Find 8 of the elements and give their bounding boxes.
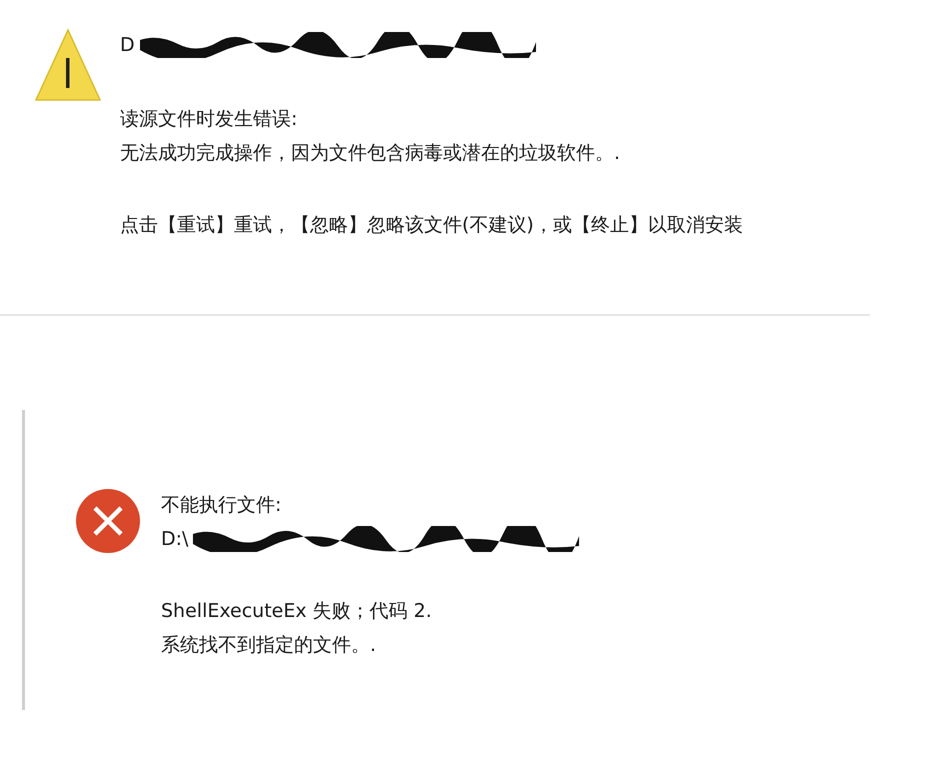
- message-text: 读源文件时发生错误:: [120, 107, 298, 132]
- message-text: 点击【重试】重试，【忽略】忽略该文件(不建议)，或【终止】以取消安装: [120, 213, 744, 238]
- message-heading: 不能执行文件:: [161, 493, 282, 518]
- file-path: D:\: [161, 528, 188, 550]
- file-path: D: [120, 34, 135, 56]
- message-text: 无法成功完成操作，因为文件包含病毒或潜在的垃圾软件。.: [120, 141, 622, 166]
- message-text: 系统找不到指定的文件。.: [161, 633, 378, 658]
- message-text: ShellExecuteEx 失败；代码 2.: [161, 599, 433, 624]
